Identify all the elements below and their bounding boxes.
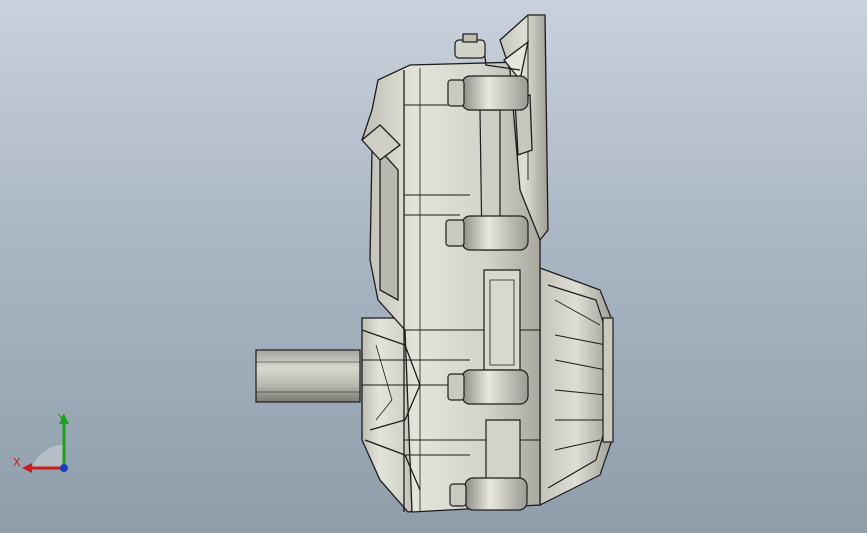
graphics-viewport[interactable]: Y X [0,0,867,533]
bolt-boss-middle [445,215,529,251]
output-housing [539,267,614,506]
triad-axes [22,414,69,473]
x-axis-label: X [13,456,21,469]
y-axis-label: Y [58,412,65,425]
gearbox-model[interactable] [0,0,867,533]
coordinate-triad: Y X [10,410,80,480]
input-shaft [255,349,361,403]
bolt-boss-lower [447,369,529,405]
